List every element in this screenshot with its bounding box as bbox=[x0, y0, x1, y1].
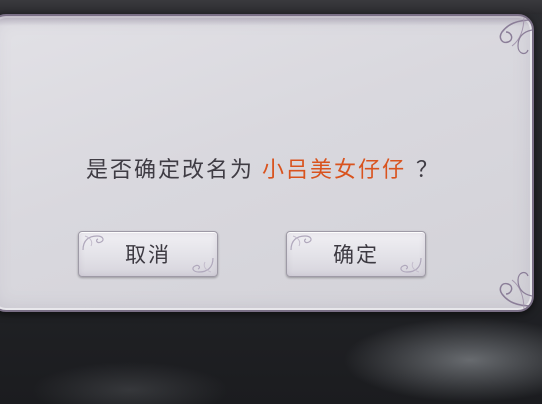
cancel-button-label: 取消 bbox=[125, 243, 171, 267]
new-name-highlight: 小吕美女仔仔 bbox=[261, 158, 406, 183]
message-suffix: ？ bbox=[416, 158, 441, 183]
swirl-ornament-icon bbox=[192, 257, 214, 273]
swirl-ornament-icon bbox=[290, 235, 312, 251]
game-scene-top-strip bbox=[0, 0, 542, 14]
ornate-flourish-icon bbox=[499, 16, 532, 55]
confirm-button[interactable]: 确定 bbox=[286, 231, 426, 277]
dialog-top-edge bbox=[0, 16, 532, 26]
message-prefix: 是否确定改名为 bbox=[85, 158, 254, 183]
confirm-button-label: 确定 bbox=[333, 243, 379, 267]
cancel-button[interactable]: 取消 bbox=[78, 231, 218, 277]
ornate-flourish-icon bbox=[499, 271, 532, 310]
rename-message: 是否确定改名为 小吕美女仔仔 ？ bbox=[0, 152, 532, 184]
swirl-ornament-icon bbox=[400, 257, 422, 273]
swirl-ornament-icon bbox=[82, 235, 104, 251]
